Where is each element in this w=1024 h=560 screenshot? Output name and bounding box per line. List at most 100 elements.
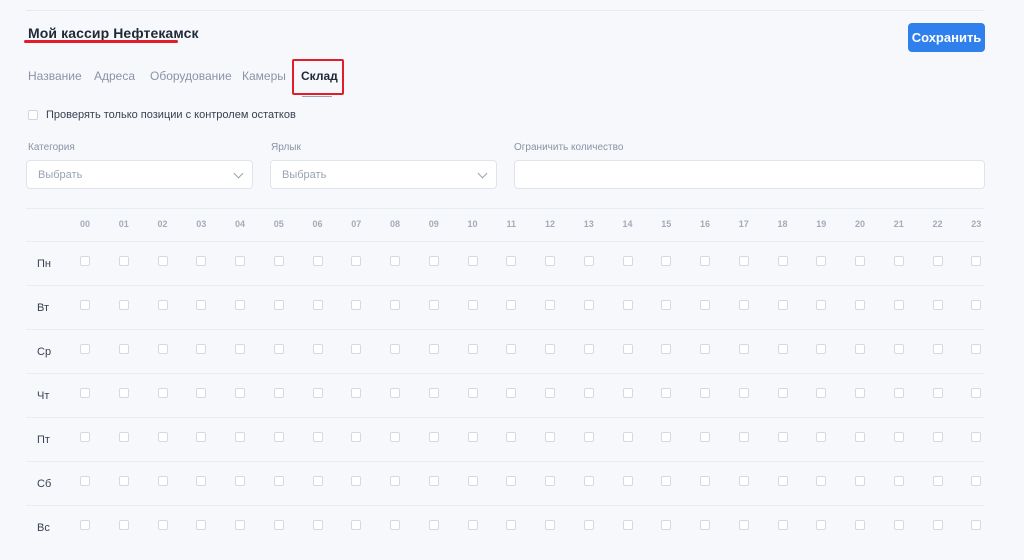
schedule-cell-checkbox[interactable] <box>390 300 400 310</box>
schedule-cell-checkbox[interactable] <box>777 388 788 398</box>
schedule-cell-checkbox[interactable] <box>622 344 633 354</box>
schedule-cell-checkbox[interactable] <box>157 256 168 266</box>
schedule-cell-checkbox[interactable] <box>777 476 788 486</box>
schedule-cell-checkbox[interactable] <box>583 388 594 398</box>
schedule-cell-checkbox[interactable] <box>157 520 168 530</box>
schedule-cell-checkbox[interactable] <box>390 256 400 266</box>
schedule-cell-checkbox[interactable] <box>235 344 245 354</box>
schedule-cell-checkbox[interactable] <box>816 388 827 398</box>
schedule-cell-checkbox[interactable] <box>80 520 90 530</box>
schedule-cell-checkbox[interactable] <box>700 476 710 486</box>
schedule-cell-checkbox[interactable] <box>506 388 517 398</box>
schedule-cell-checkbox[interactable] <box>196 432 207 442</box>
schedule-cell-checkbox[interactable] <box>312 520 323 530</box>
schedule-cell-checkbox[interactable] <box>893 388 904 398</box>
schedule-cell-checkbox[interactable] <box>661 388 672 398</box>
schedule-cell-checkbox[interactable] <box>428 388 439 398</box>
schedule-cell-checkbox[interactable] <box>428 300 439 310</box>
schedule-cell-checkbox[interactable] <box>893 476 904 486</box>
schedule-cell-checkbox[interactable] <box>506 344 517 354</box>
schedule-cell-checkbox[interactable] <box>932 432 943 442</box>
schedule-cell-checkbox[interactable] <box>816 476 827 486</box>
schedule-cell-checkbox[interactable] <box>700 432 710 442</box>
schedule-cell-checkbox[interactable] <box>390 344 400 354</box>
schedule-cell-checkbox[interactable] <box>467 300 478 310</box>
schedule-cell-checkbox[interactable] <box>273 300 284 310</box>
schedule-cell-checkbox[interactable] <box>545 256 555 266</box>
schedule-cell-checkbox[interactable] <box>545 432 555 442</box>
schedule-cell-checkbox[interactable] <box>855 300 865 310</box>
schedule-cell-checkbox[interactable] <box>118 344 129 354</box>
schedule-cell-checkbox[interactable] <box>196 300 207 310</box>
schedule-cell-checkbox[interactable] <box>545 476 555 486</box>
schedule-cell-checkbox[interactable] <box>428 520 439 530</box>
schedule-cell-checkbox[interactable] <box>545 344 555 354</box>
stock-only-checkbox[interactable] <box>28 110 38 120</box>
schedule-cell-checkbox[interactable] <box>273 432 284 442</box>
tag-select[interactable]: Выбрать <box>270 160 497 189</box>
schedule-cell-checkbox[interactable] <box>777 344 788 354</box>
tab-equipment[interactable]: Оборудование <box>150 69 232 83</box>
schedule-cell-checkbox[interactable] <box>196 344 207 354</box>
schedule-cell-checkbox[interactable] <box>467 344 478 354</box>
schedule-cell-checkbox[interactable] <box>622 388 633 398</box>
schedule-cell-checkbox[interactable] <box>428 344 439 354</box>
schedule-cell-checkbox[interactable] <box>893 520 904 530</box>
schedule-cell-checkbox[interactable] <box>273 256 284 266</box>
schedule-cell-checkbox[interactable] <box>506 520 517 530</box>
schedule-cell-checkbox[interactable] <box>235 300 245 310</box>
schedule-cell-checkbox[interactable] <box>700 388 710 398</box>
schedule-cell-checkbox[interactable] <box>700 344 710 354</box>
schedule-cell-checkbox[interactable] <box>661 476 672 486</box>
schedule-cell-checkbox[interactable] <box>118 520 129 530</box>
schedule-cell-checkbox[interactable] <box>971 256 982 266</box>
schedule-cell-checkbox[interactable] <box>157 476 168 486</box>
schedule-cell-checkbox[interactable] <box>855 432 865 442</box>
schedule-cell-checkbox[interactable] <box>196 388 207 398</box>
schedule-cell-checkbox[interactable] <box>390 520 400 530</box>
schedule-cell-checkbox[interactable] <box>893 344 904 354</box>
schedule-cell-checkbox[interactable] <box>235 476 245 486</box>
schedule-cell-checkbox[interactable] <box>80 256 90 266</box>
schedule-cell-checkbox[interactable] <box>312 476 323 486</box>
schedule-cell-checkbox[interactable] <box>816 344 827 354</box>
category-select[interactable]: Выбрать <box>26 160 253 189</box>
schedule-cell-checkbox[interactable] <box>583 256 594 266</box>
schedule-cell-checkbox[interactable] <box>428 476 439 486</box>
schedule-cell-checkbox[interactable] <box>855 388 865 398</box>
schedule-cell-checkbox[interactable] <box>157 388 168 398</box>
schedule-cell-checkbox[interactable] <box>777 256 788 266</box>
schedule-cell-checkbox[interactable] <box>351 476 362 486</box>
schedule-cell-checkbox[interactable] <box>351 344 362 354</box>
schedule-cell-checkbox[interactable] <box>816 300 827 310</box>
schedule-cell-checkbox[interactable] <box>196 256 207 266</box>
schedule-cell-checkbox[interactable] <box>622 300 633 310</box>
schedule-cell-checkbox[interactable] <box>971 344 982 354</box>
schedule-cell-checkbox[interactable] <box>971 476 982 486</box>
schedule-cell-checkbox[interactable] <box>932 256 943 266</box>
schedule-cell-checkbox[interactable] <box>196 520 207 530</box>
schedule-cell-checkbox[interactable] <box>816 256 827 266</box>
schedule-cell-checkbox[interactable] <box>118 300 129 310</box>
schedule-cell-checkbox[interactable] <box>738 520 749 530</box>
schedule-cell-checkbox[interactable] <box>428 256 439 266</box>
schedule-cell-checkbox[interactable] <box>583 520 594 530</box>
schedule-cell-checkbox[interactable] <box>545 388 555 398</box>
schedule-cell-checkbox[interactable] <box>661 520 672 530</box>
schedule-cell-checkbox[interactable] <box>157 300 168 310</box>
schedule-cell-checkbox[interactable] <box>80 476 90 486</box>
schedule-cell-checkbox[interactable] <box>738 476 749 486</box>
schedule-cell-checkbox[interactable] <box>661 344 672 354</box>
tab-addresses[interactable]: Адреса <box>94 69 135 83</box>
schedule-cell-checkbox[interactable] <box>506 256 517 266</box>
save-button[interactable]: Сохранить <box>908 23 985 52</box>
schedule-cell-checkbox[interactable] <box>971 520 982 530</box>
schedule-cell-checkbox[interactable] <box>157 344 168 354</box>
schedule-cell-checkbox[interactable] <box>738 300 749 310</box>
schedule-cell-checkbox[interactable] <box>855 344 865 354</box>
schedule-cell-checkbox[interactable] <box>893 256 904 266</box>
schedule-cell-checkbox[interactable] <box>235 388 245 398</box>
schedule-cell-checkbox[interactable] <box>661 256 672 266</box>
schedule-cell-checkbox[interactable] <box>932 344 943 354</box>
schedule-cell-checkbox[interactable] <box>583 344 594 354</box>
